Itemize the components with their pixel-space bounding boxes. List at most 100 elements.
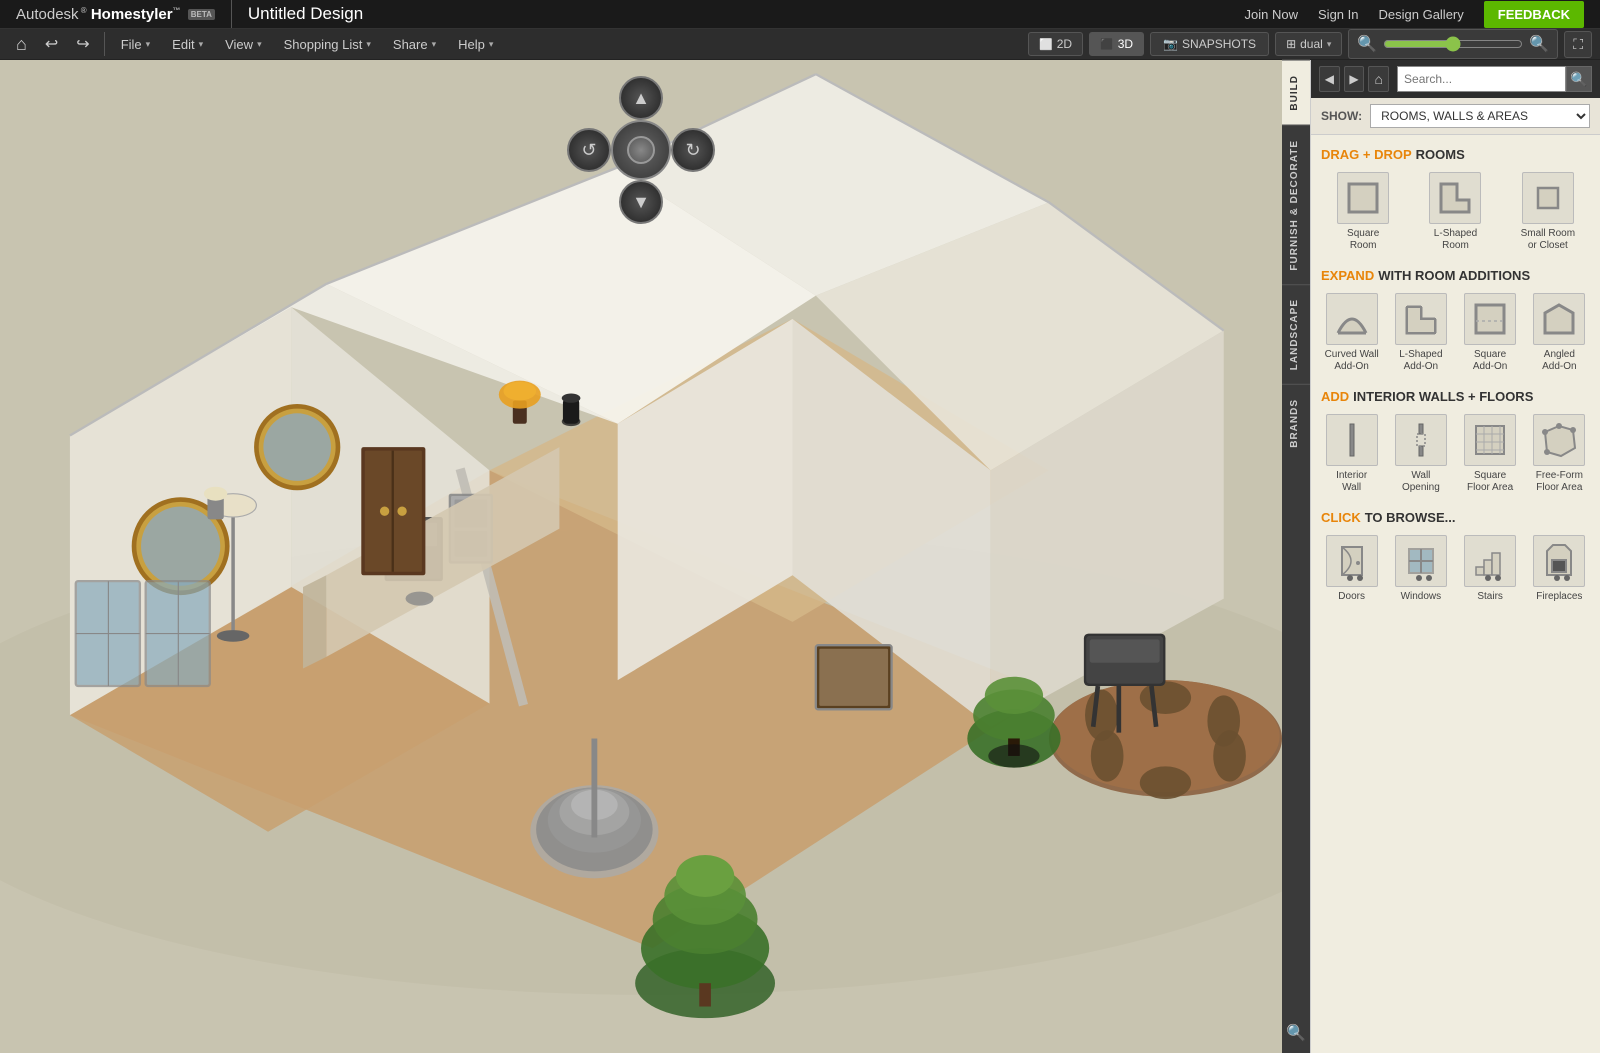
file-menu[interactable]: File ▾ [111,33,160,56]
interior-wall-label: InteriorWall [1336,470,1367,494]
view-controls: ⬜ 2D ⬛ 3D 📷 SNAPSHOTS ⊞ dual ▾ 🔍 🔍 ⛶ [1028,29,1592,59]
help-menu[interactable]: Help ▾ [448,33,503,56]
shopping-list-menu[interactable]: Shopping List ▾ [274,33,381,56]
l-addon-item[interactable]: L-ShapedAdd-On [1390,293,1451,373]
rotate-left-button[interactable]: ↺ [567,128,611,172]
interior-wall-icon [1326,414,1378,466]
menu-divider [104,32,105,56]
feedback-button[interactable]: FEEDBACK [1484,1,1584,28]
snapshots-button[interactable]: 📷 SNAPSHOTS [1150,32,1269,56]
design-title: Untitled Design [248,4,363,24]
freeform-floor-item[interactable]: Free-FormFloor Area [1529,414,1590,494]
mode-2d-button[interactable]: ⬜ 2D [1028,32,1083,56]
zoom-in-icon[interactable]: 🔍 [1527,32,1551,56]
panel-back-button[interactable]: ◀ [1319,66,1340,92]
square-addon-icon [1464,293,1516,345]
share-menu[interactable]: Share ▾ [383,33,446,56]
redo-button[interactable]: ↪ [68,30,97,58]
view-menu[interactable]: View ▾ [215,33,271,56]
stairs-icon [1464,535,1516,587]
camera-icon: 📷 [1163,37,1178,51]
wall-opening-icon [1395,414,1447,466]
stairs-item[interactable]: Stairs [1460,535,1521,603]
mode-3d-button[interactable]: ⬛ 3D [1089,32,1144,56]
share-menu-arrow: ▾ [432,39,437,50]
fullscreen-button[interactable]: ⛶ [1564,31,1592,58]
join-now-link[interactable]: Join Now [1245,7,1298,22]
dual-button[interactable]: ⊞ dual ▾ [1275,32,1342,56]
app-wrapper: Autodesk ® Homestyler™ BETA Untitled Des… [0,0,1600,936]
square-floor-item[interactable]: SquareFloor Area [1460,414,1521,494]
doors-icon [1326,535,1378,587]
search-icon-tab[interactable]: 🔍 [1282,1013,1310,1053]
view-menu-arrow: ▾ [257,39,262,50]
home-icon-button[interactable]: ⌂ [8,30,35,59]
top-bar: Autodesk ® Homestyler™ BETA Untitled Des… [0,0,1600,29]
interior-wall-item[interactable]: InteriorWall [1321,414,1382,494]
l-shaped-room-item[interactable]: L-ShapedRoom [1413,172,1497,252]
square-room-icon [1337,172,1389,224]
show-label: SHOW: [1321,109,1362,123]
2d-icon: ⬜ [1039,38,1053,51]
content-row: ↺ ▲ ↻ ▼ [0,60,1600,1053]
windows-icon [1395,535,1447,587]
rotate-right-button[interactable]: ↻ [671,128,715,172]
freeform-floor-icon [1533,414,1585,466]
edit-menu-arrow: ▾ [199,39,204,50]
square-addon-item[interactable]: SquareAdd-On [1460,293,1521,373]
rotate-down-button[interactable]: ▼ [619,180,663,224]
3d-icon: ⬛ [1100,38,1114,51]
panel-search-button[interactable]: 🔍 [1566,66,1592,92]
panel-forward-button[interactable]: ▶ [1344,66,1365,92]
drag-drop-rooms-title: DRAG + DROP ROOMS [1321,147,1590,162]
small-room-item[interactable]: Small Roomor Closet [1506,172,1590,252]
furnish-decorate-tab[interactable]: FURNISH & DECORATE [1282,125,1310,285]
rotate-up-button[interactable]: ▲ [619,76,663,120]
panel-home-button[interactable]: ⌂ [1368,66,1389,92]
zoom-out-icon[interactable]: 🔍 [1355,32,1379,56]
wall-opening-item[interactable]: WallOpening [1390,414,1451,494]
curved-wall-item[interactable]: Curved WallAdd-On [1321,293,1382,373]
panel-content: DRAG + DROP ROOMS SquareRoom [1311,135,1600,1053]
angled-addon-item[interactable]: AngledAdd-On [1529,293,1590,373]
edit-menu[interactable]: Edit ▾ [162,33,213,56]
panel-search-input[interactable] [1397,66,1566,92]
zoom-area: 🔍 🔍 [1348,29,1558,59]
windows-item[interactable]: Windows [1390,535,1451,603]
brands-tab[interactable]: BRANDS [1282,384,1310,462]
interior-walls-title: ADD INTERIOR WALLS + FLOORS [1321,389,1590,404]
sign-in-link[interactable]: Sign In [1318,7,1358,22]
build-tab[interactable]: BUILD [1282,60,1310,125]
square-floor-label: SquareFloor Area [1467,470,1513,494]
dual-arrow: ▾ [1327,39,1332,50]
l-addon-icon [1395,293,1447,345]
windows-label: Windows [1401,591,1442,603]
angled-addon-icon [1533,293,1585,345]
fireplaces-item[interactable]: Fireplaces [1529,535,1590,603]
navigation-controls: ↺ ▲ ↻ ▼ [567,76,715,224]
menu-bar: ⌂ ↩ ↪ File ▾ Edit ▾ View ▾ Shopping List… [0,29,1600,60]
logo-text: Autodesk ® Homestyler™ BETA [16,6,215,23]
undo-button[interactable]: ↩ [37,30,66,58]
doors-label: Doors [1338,591,1365,603]
l-addon-label: L-ShapedAdd-On [1399,349,1442,373]
design-gallery-link[interactable]: Design Gallery [1379,7,1464,22]
right-panel-wrapper: BUILD FURNISH & DECORATE LANDSCAPE BRAND… [1282,60,1600,1053]
landscape-tab[interactable]: LANDSCAPE [1282,284,1310,384]
curved-wall-label: Curved WallAdd-On [1325,349,1379,373]
center-nav-button[interactable] [611,120,671,180]
doors-item[interactable]: Doors [1321,535,1382,603]
show-row: SHOW: ROOMS, WALLS & AREAS FLOOR PLAN EV… [1311,98,1600,135]
fireplaces-label: Fireplaces [1536,591,1582,603]
side-tabs: BUILD FURNISH & DECORATE LANDSCAPE BRAND… [1282,60,1310,1053]
help-menu-arrow: ▾ [489,39,494,50]
expand-additions-grid: Curved WallAdd-On [1321,293,1590,373]
expand-additions-title: EXPAND WITH ROOM ADDITIONS [1321,268,1590,283]
angled-addon-label: AngledAdd-On [1542,349,1576,373]
show-select[interactable]: ROOMS, WALLS & AREAS FLOOR PLAN EVERYTHI… [1370,104,1590,128]
square-room-label: SquareRoom [1347,228,1379,252]
zoom-slider[interactable] [1383,36,1523,52]
square-room-item[interactable]: SquareRoom [1321,172,1405,252]
viewport[interactable]: ↺ ▲ ↻ ▼ [0,60,1282,1053]
shopping-list-arrow: ▾ [366,39,371,50]
